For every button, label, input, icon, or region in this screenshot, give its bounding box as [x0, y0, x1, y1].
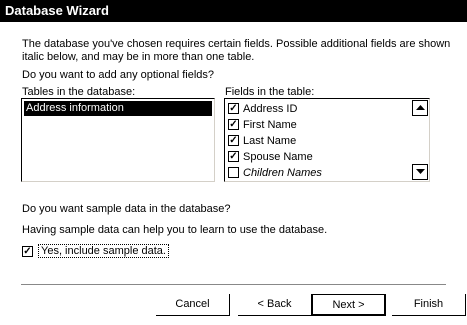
fields-label: Fields in the table: — [225, 86, 315, 98]
scroll-down-button[interactable] — [412, 164, 428, 180]
button-separator — [21, 284, 446, 285]
down-arrow-icon — [416, 169, 425, 174]
sample-data-question: Do you want sample data in the database? — [22, 203, 231, 215]
finish-button[interactable]: Finish — [392, 294, 466, 316]
back-button[interactable]: < Back — [238, 294, 312, 316]
cancel-button[interactable]: Cancel — [156, 294, 230, 316]
tables-listbox[interactable]: Address information — [21, 98, 215, 182]
tables-label: Tables in the database: — [22, 86, 136, 98]
intro-text: The database you've chosen requires cert… — [22, 38, 451, 63]
sample-data-checkbox-label[interactable]: Yes, include sample data. — [38, 244, 169, 258]
up-arrow-icon — [416, 105, 425, 110]
field-checkbox[interactable] — [228, 167, 239, 178]
field-checkbox[interactable]: ✓ — [228, 135, 239, 146]
window-title: Database Wizard — [0, 0, 467, 22]
optional-fields-question: Do you want to add any optional fields? — [22, 69, 215, 81]
next-button[interactable]: Next > — [312, 294, 386, 316]
scroll-up-button[interactable] — [412, 100, 428, 116]
fields-scrollbar[interactable] — [412, 100, 428, 180]
table-item-address-information[interactable]: Address information — [24, 101, 212, 116]
field-checkbox[interactable]: ✓ — [228, 119, 239, 130]
field-checkbox[interactable]: ✓ — [228, 151, 239, 162]
sample-data-info: Having sample data can help you to learn… — [22, 224, 328, 236]
fields-listbox[interactable]: ✓ Address ID ✓ First Name ✓ Last Name ✓ … — [224, 98, 430, 182]
sample-data-checkbox[interactable]: ✓ — [22, 246, 33, 257]
field-checkbox[interactable]: ✓ — [228, 103, 239, 114]
